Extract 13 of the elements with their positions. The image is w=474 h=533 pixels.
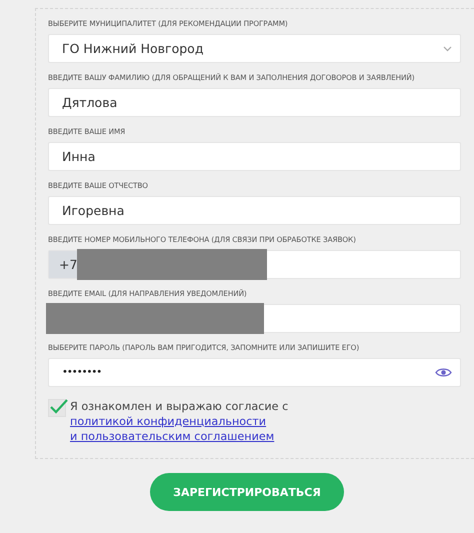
input-field[interactable]: [48, 304, 461, 333]
consent-checkbox[interactable]: [48, 399, 66, 417]
consent-text: Я ознакомлен и выражаю согласие с политикой конфиденциальности и пользовательским соглашением: [70, 399, 290, 444]
phone-field[interactable]: +7: [48, 250, 461, 279]
input-field[interactable]: Инна: [48, 142, 461, 171]
chevron-down-icon: [443, 46, 452, 52]
input-field[interactable]: Дятлова: [48, 88, 461, 117]
policy-link[interactable]: политикой конфиденциальности: [70, 415, 266, 428]
password-field[interactable]: ••••••••: [48, 358, 461, 387]
municipality-select[interactable]: ГО Нижний Новгород: [48, 34, 461, 63]
input-field[interactable]: Игоревна: [48, 196, 461, 225]
eye-icon[interactable]: [435, 367, 452, 378]
policy-link[interactable]: и пользовательским соглашением: [70, 430, 274, 443]
